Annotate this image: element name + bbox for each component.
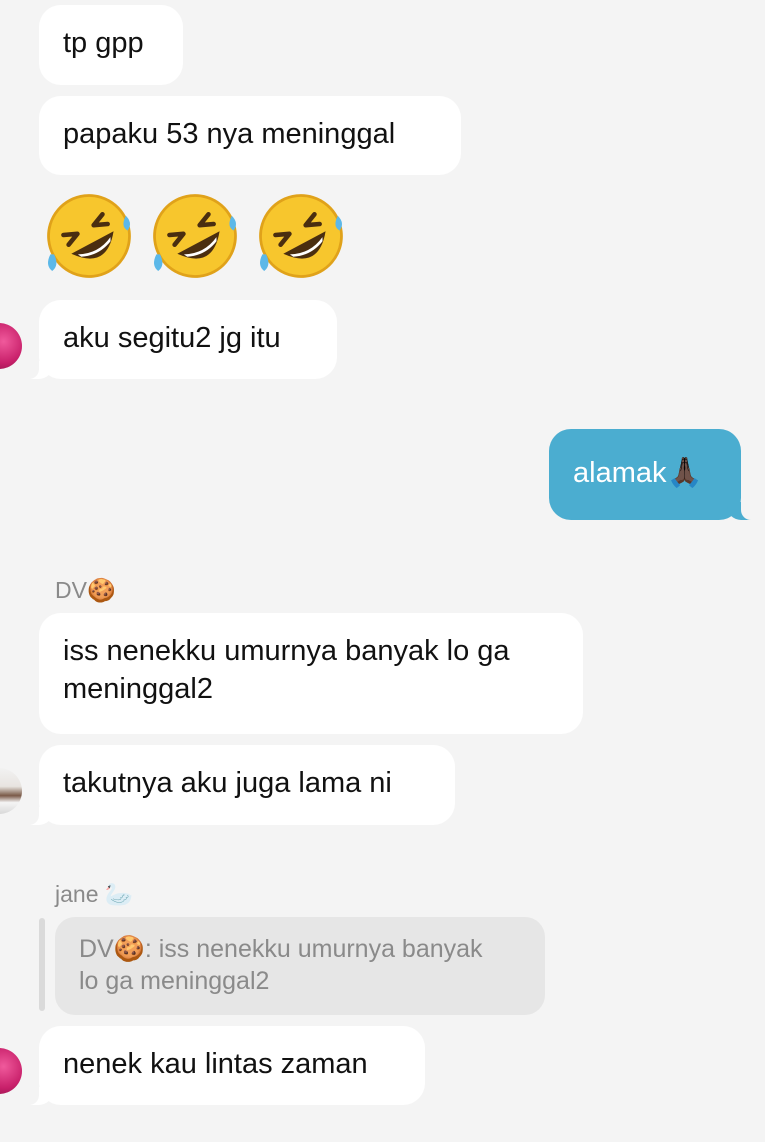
quoted-reply[interactable]: DV🍪: iss nenekku umurnya banyak lo ga me… [55,917,545,1015]
rolling-laughing-emoji-icon [47,194,131,278]
message-bubble[interactable]: aku segitu2 jg itu [17,300,337,379]
message-text: nenek kau lintas zaman [63,1048,368,1080]
message-bubble[interactable]: nenek kau lintas zaman [17,1026,425,1105]
message-bubble[interactable]: iss nenekku umurnya banyak lo ga meningg… [39,613,583,734]
message-text-line: iss nenekku umurnya banyak lo ga [63,635,510,667]
outgoing-message-bubble[interactable]: alamak🙏🏿 [549,429,763,520]
message-bubble[interactable]: papaku 53 nya meninggal [39,96,461,175]
quote-text-line: lo ga meninggal2 [79,967,270,995]
sender-name: jane 🦢 [55,881,134,907]
message-text: aku segitu2 jg itu [63,322,281,354]
message-bubble[interactable]: takutnya aku juga lama ni [17,745,455,825]
rolling-laughing-emoji-icon [259,194,343,278]
rolling-laughing-emoji-icon [153,194,237,278]
message-text: alamak🙏🏿 [573,457,703,489]
message-text-line: meninggal2 [63,673,213,705]
emoji-message[interactable] [43,190,347,282]
sender-name: DV🍪 [55,577,116,603]
message-bubble[interactable]: tp gpp [39,5,183,85]
reply-indicator-bar [39,918,45,1011]
message-text: takutnya aku juga lama ni [63,767,392,799]
message-text: tp gpp [63,27,144,59]
message-text: papaku 53 nya meninggal [63,118,396,150]
quote-text-line: DV🍪: iss nenekku umurnya banyak [79,935,483,963]
